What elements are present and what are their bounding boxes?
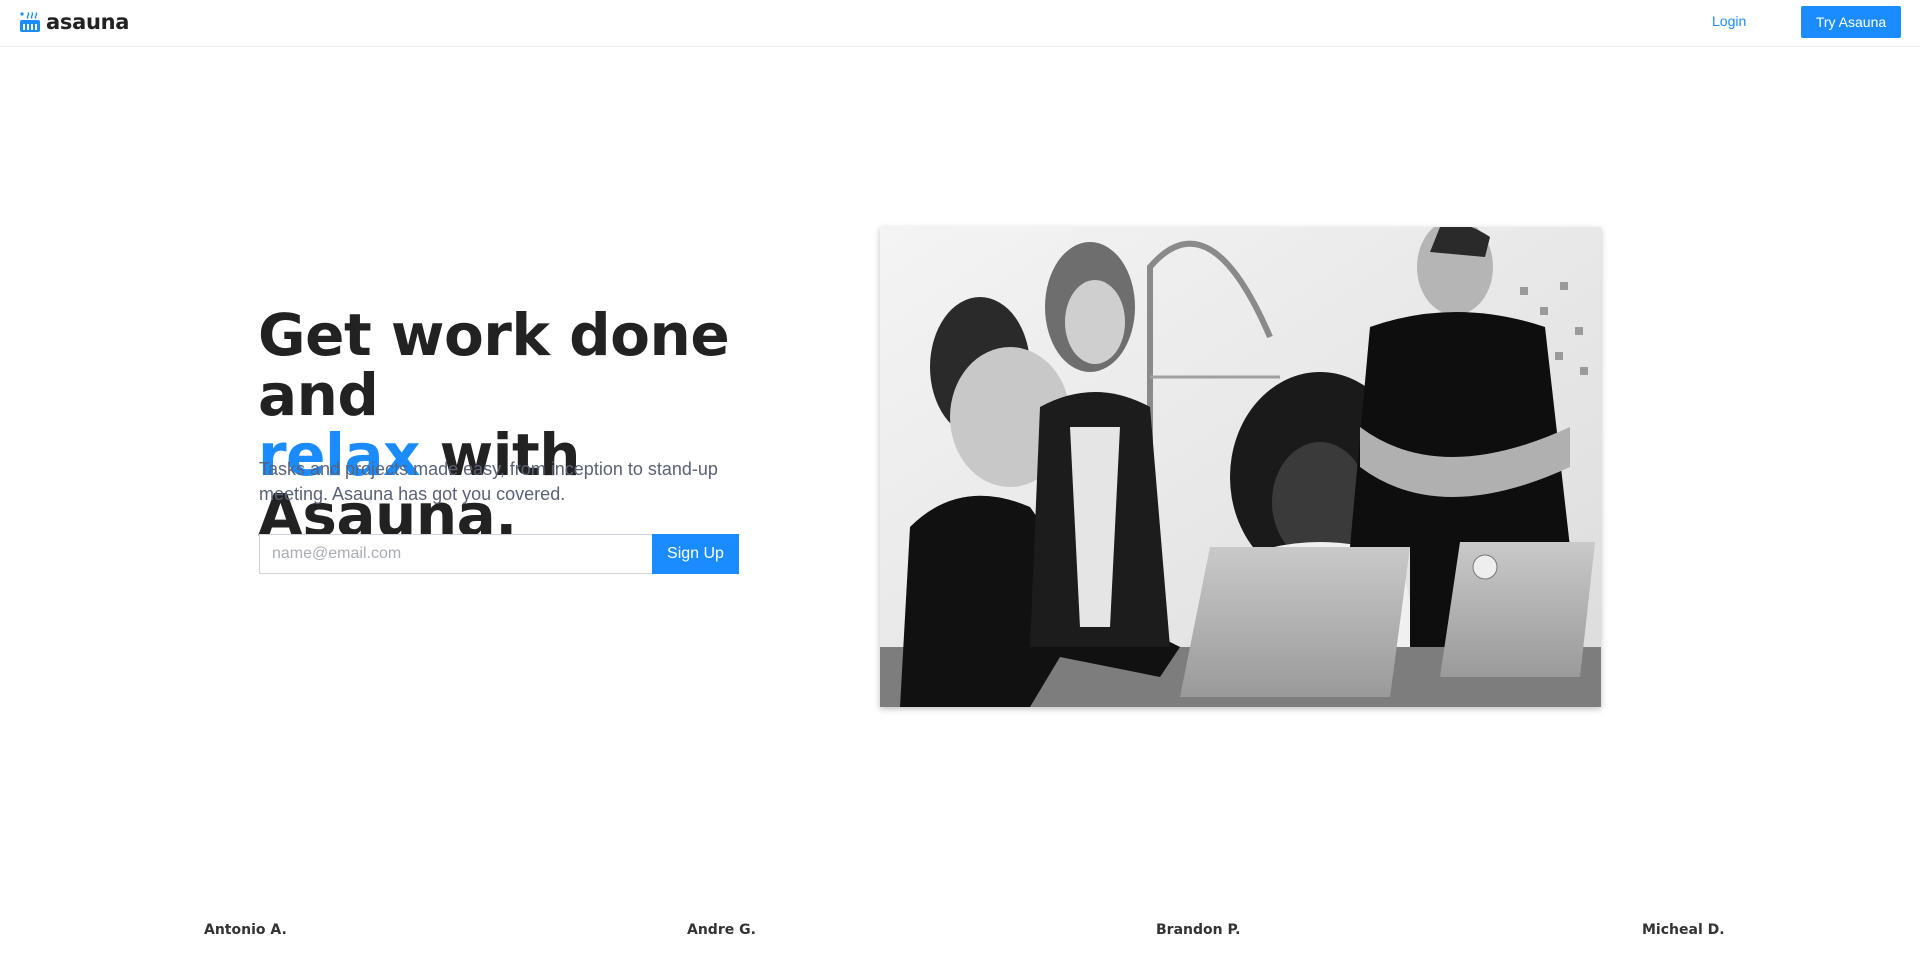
email-input[interactable]: [259, 534, 652, 574]
sauna-icon: [20, 12, 40, 32]
brand-name: asauna: [46, 10, 130, 34]
try-asauna-button[interactable]: Try Asauna: [1801, 6, 1901, 38]
signup-form: Sign Up: [259, 534, 739, 574]
login-link[interactable]: Login: [1712, 13, 1746, 29]
testimonial-name: Micheal D.: [1642, 922, 1725, 938]
hero-title: Get work done and relax with Asauna.: [258, 305, 818, 545]
testimonial-name: Brandon P.: [1156, 922, 1241, 938]
team-photo-illustration: [880, 227, 1601, 707]
sign-up-button[interactable]: Sign Up: [652, 534, 739, 574]
testimonial-name: Antonio A.: [204, 922, 287, 938]
team-photo: [880, 227, 1601, 707]
testimonial-names: Antonio A. Andre G. Brandon P. Micheal D…: [0, 922, 1920, 946]
hero-subtitle: Tasks and projects made easy, from incep…: [259, 459, 718, 504]
top-navbar: asauna Login Try Asauna: [0, 0, 1920, 47]
hero-title-line1: Get work done and: [258, 301, 730, 429]
brand-logo[interactable]: asauna: [19, 9, 129, 35]
testimonial-name: Andre G.: [687, 922, 756, 938]
